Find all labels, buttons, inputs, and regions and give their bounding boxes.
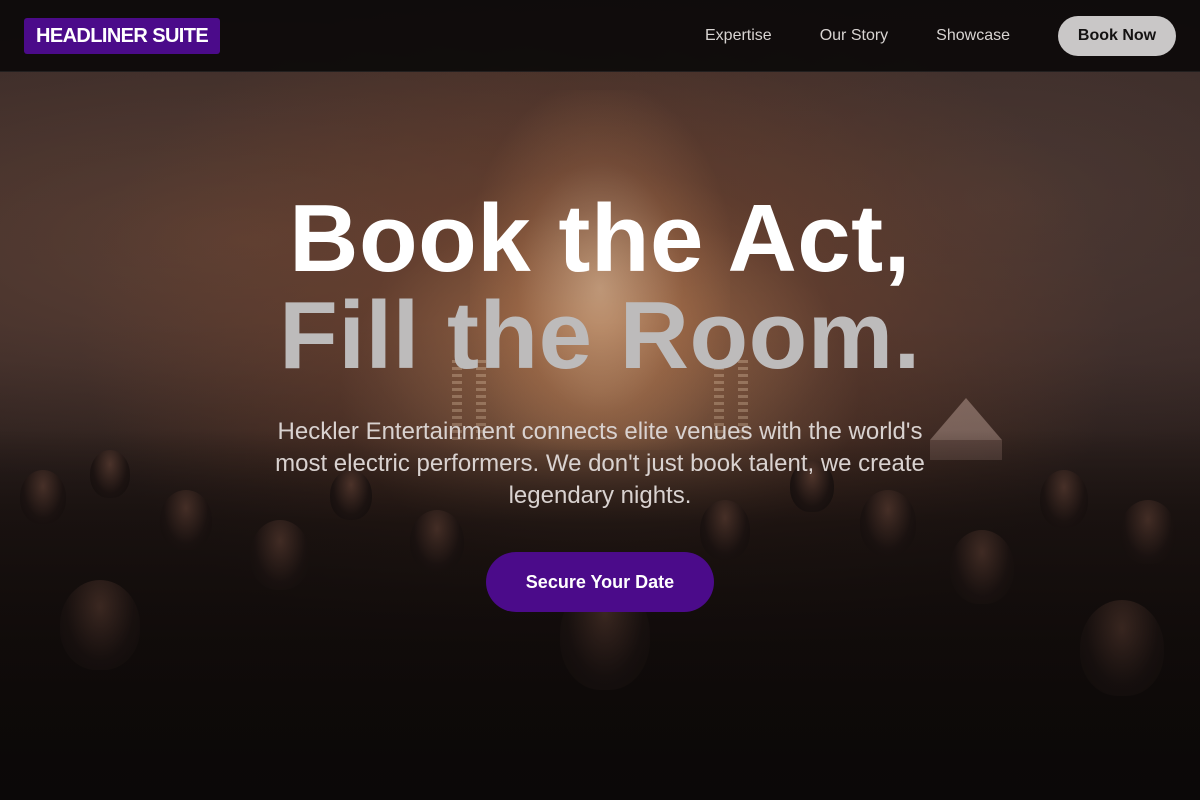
hero-section: Book the Act, Fill the Room. Heckler Ent… <box>0 190 1200 612</box>
nav-link-expertise[interactable]: Expertise <box>705 27 772 45</box>
hero-headline: Book the Act, Fill the Room. <box>0 190 1200 384</box>
brand-logo[interactable]: HEADLINER SUITE <box>24 17 221 54</box>
top-navbar: HEADLINER SUITE Expertise Our Story Show… <box>0 0 1200 72</box>
nav-link-showcase[interactable]: Showcase <box>936 27 1010 45</box>
nav-link-our-story[interactable]: Our Story <box>820 27 888 45</box>
hero-subtitle: Heckler Entertainment connects elite ven… <box>275 418 925 509</box>
headline-line-1: Book the Act, <box>289 185 911 292</box>
nav-links: Expertise Our Story Showcase Book Now <box>705 15 1176 56</box>
secure-your-date-button[interactable]: Secure Your Date <box>486 552 714 612</box>
book-now-button[interactable]: Book Now <box>1058 15 1176 56</box>
headline-line-2: Fill the Room. <box>279 282 921 389</box>
